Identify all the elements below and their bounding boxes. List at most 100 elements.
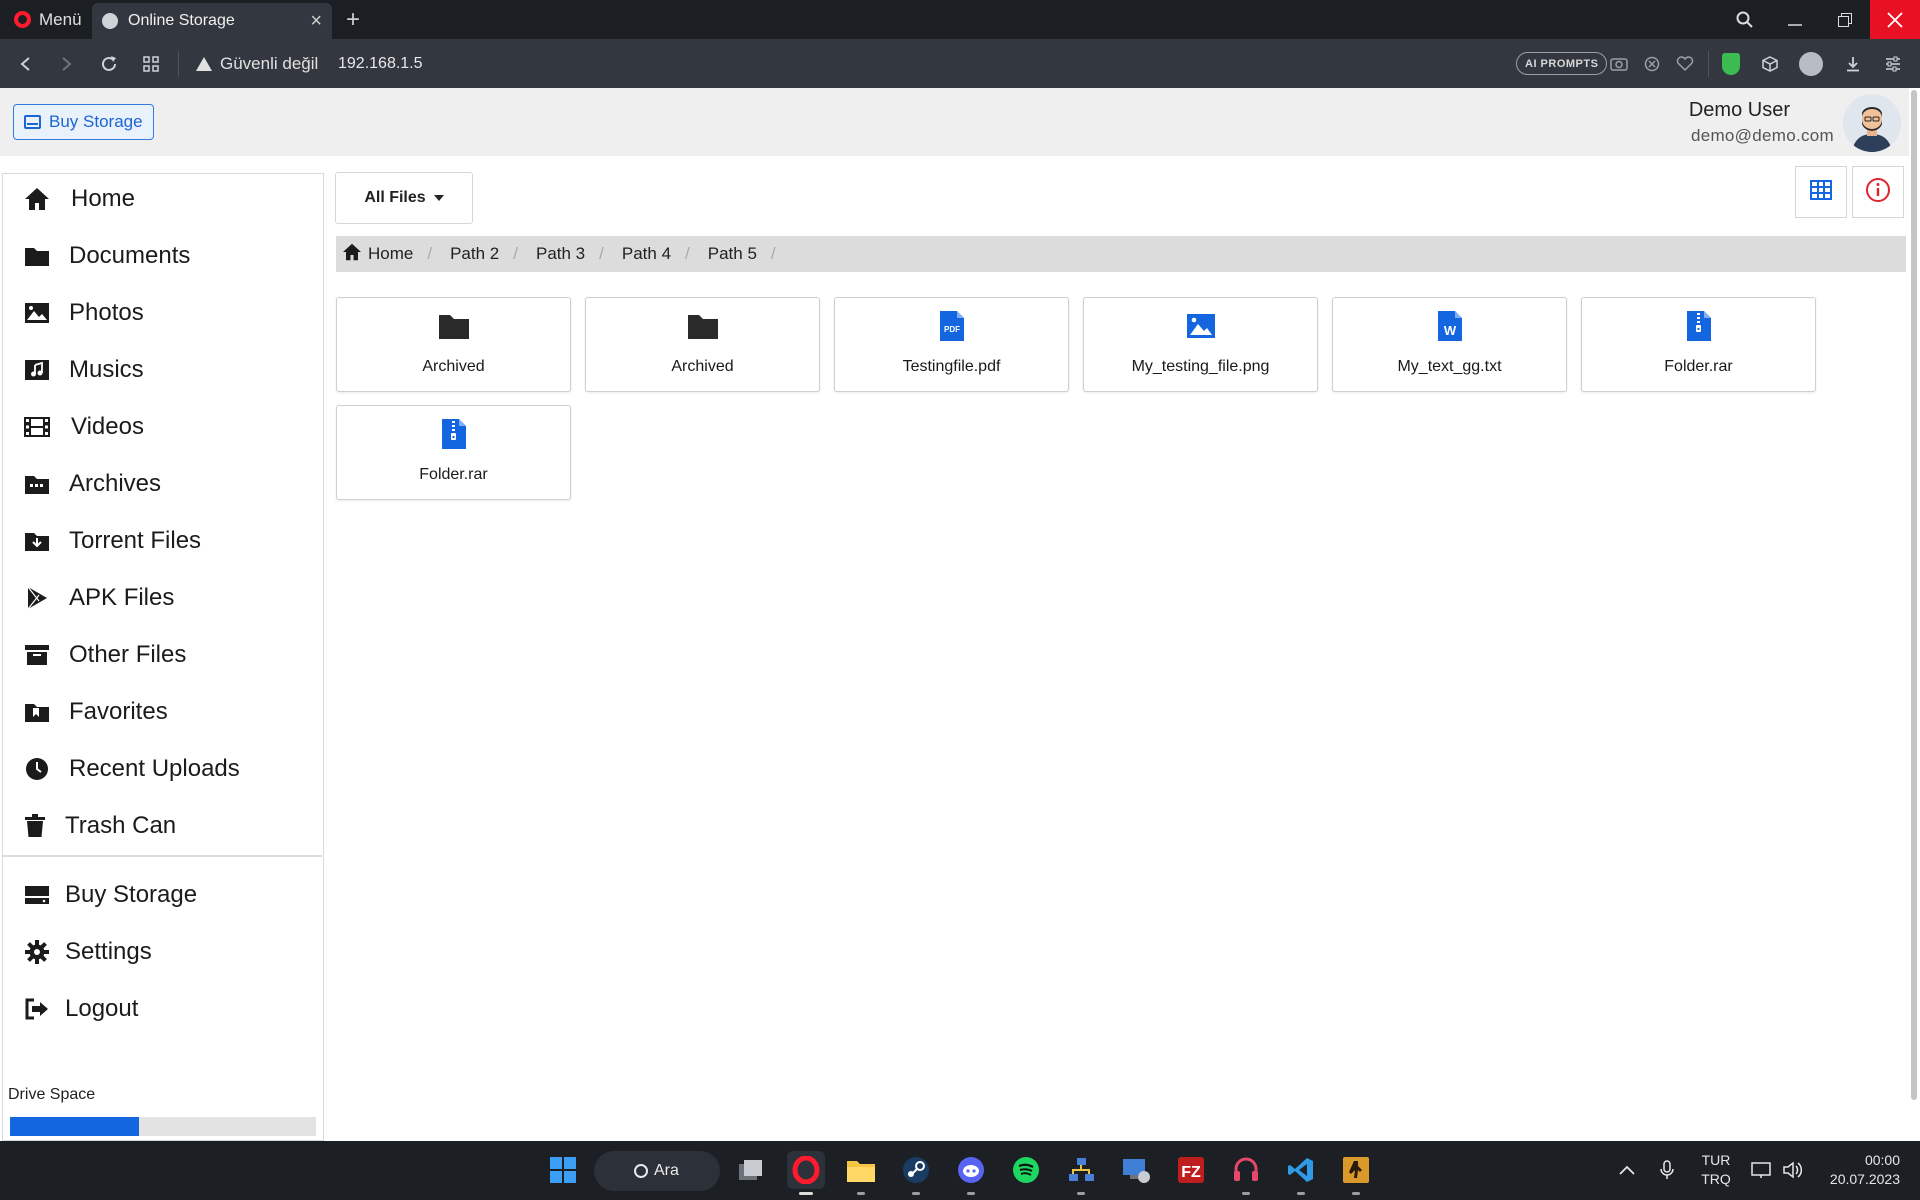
filezilla-icon[interactable]: FZ xyxy=(1172,1151,1210,1189)
hdd-icon xyxy=(24,115,41,129)
zip-file-icon xyxy=(1683,310,1715,342)
clock[interactable]: 00:00 20.07.2023 xyxy=(1818,1151,1914,1189)
game-icon[interactable] xyxy=(1337,1151,1375,1195)
all-files-dropdown[interactable]: All Files xyxy=(335,172,473,224)
breadcrumb-label: Path 2 xyxy=(450,244,500,263)
avatar[interactable] xyxy=(1843,94,1901,152)
task-view-icon[interactable] xyxy=(732,1151,770,1189)
file-tile-word[interactable]: W My_text_gg.txt xyxy=(1332,297,1567,392)
sidebar-item-trash-can[interactable]: Trash Can xyxy=(3,801,321,851)
word-file-icon: W xyxy=(1434,310,1466,342)
breadcrumb-separator: / xyxy=(770,244,776,263)
restore-button[interactable] xyxy=(1820,0,1870,39)
sidebar-item-photos[interactable]: Photos xyxy=(3,288,321,338)
sidebar-item-recent-uploads[interactable]: Recent Uploads xyxy=(3,744,321,794)
gear-icon xyxy=(23,938,51,966)
trash-icon xyxy=(21,812,49,840)
browser-menu-button[interactable]: Menü xyxy=(6,0,90,39)
running-indicator xyxy=(1242,1192,1250,1195)
breadcrumb-item[interactable]: Path 5 xyxy=(702,244,763,264)
start-icon[interactable] xyxy=(544,1151,582,1189)
breadcrumb-label: Path 3 xyxy=(535,244,586,263)
vscode-icon[interactable] xyxy=(1282,1151,1320,1195)
heart-icon[interactable] xyxy=(1670,39,1700,88)
sidebar-item-archives[interactable]: Archives xyxy=(3,459,321,509)
sidebar-item-home[interactable]: Home xyxy=(3,174,321,224)
browser-tab[interactable]: Online Storage × xyxy=(92,3,332,39)
volume-icon[interactable] xyxy=(1779,1151,1805,1189)
taskbar: Ara FZ TUR TRQ 00:00 20.07.2023 xyxy=(0,1141,1920,1200)
browser-tab-bar: Menü Online Storage × + xyxy=(0,0,1920,39)
steam-icon[interactable] xyxy=(897,1151,935,1195)
info-button[interactable] xyxy=(1852,166,1904,218)
close-window-button[interactable] xyxy=(1870,0,1920,39)
show-hidden-icons-chevron[interactable] xyxy=(1614,1151,1640,1189)
file-tile-zip[interactable]: Folder.rar xyxy=(336,405,571,500)
sidebar-item-other-files[interactable]: Other Files xyxy=(3,630,321,680)
sidebar-item-buy-storage[interactable]: Buy Storage xyxy=(3,870,321,920)
spotify-icon[interactable] xyxy=(1007,1151,1045,1189)
search-tabs-icon[interactable] xyxy=(1720,0,1770,39)
svg-text:W: W xyxy=(1443,323,1456,338)
web-page: Buy Storage Demo User demo@demo.com Home xyxy=(0,88,1920,1141)
sidebar-item-logout[interactable]: Logout xyxy=(3,984,321,1034)
sidebar-item-settings[interactable]: Settings xyxy=(3,927,321,977)
opera-taskbar-icon[interactable] xyxy=(787,1151,825,1195)
home-icon xyxy=(342,243,362,266)
discord-icon[interactable] xyxy=(952,1151,990,1195)
breadcrumb-item[interactable]: Path 2 xyxy=(444,244,505,264)
file-tile-image[interactable]: My_testing_file.png xyxy=(1083,297,1318,392)
file-explorer-icon[interactable] xyxy=(842,1151,880,1195)
pdf-file-icon: PDF xyxy=(936,310,968,342)
tab-close-icon[interactable]: × xyxy=(310,10,322,33)
vpn-shield-icon[interactable] xyxy=(1722,53,1740,75)
minimize-button[interactable] xyxy=(1770,0,1820,39)
sidebar-item-label: Documents xyxy=(69,242,191,269)
page-scrollbar[interactable] xyxy=(1909,88,1920,1141)
security-indicator[interactable]: Güvenli değil xyxy=(196,39,318,88)
network-icon[interactable] xyxy=(1748,1151,1774,1189)
url-field[interactable]: 192.168.1.5 xyxy=(338,39,423,88)
download-icon[interactable] xyxy=(1838,39,1868,88)
microphone-icon[interactable] xyxy=(1654,1151,1680,1189)
cube-icon[interactable] xyxy=(1755,39,1785,88)
grid-view-button[interactable] xyxy=(1795,166,1847,218)
running-indicator xyxy=(967,1192,975,1195)
remote-desktop-icon[interactable] xyxy=(1117,1151,1155,1189)
back-icon[interactable] xyxy=(11,39,41,88)
sidebar-item-musics[interactable]: Musics xyxy=(3,345,321,395)
file-tile-folder[interactable]: Archived xyxy=(585,297,820,392)
breadcrumb-home[interactable]: Home xyxy=(336,243,419,266)
speed-dial-icon[interactable] xyxy=(136,39,166,88)
new-tab-button[interactable]: + xyxy=(346,6,360,34)
file-name: My_text_gg.txt xyxy=(1397,358,1502,375)
profile-icon[interactable] xyxy=(1799,52,1823,76)
sidebar-item-videos[interactable]: Videos xyxy=(3,402,321,452)
file-tile-pdf[interactable]: PDF Testingfile.pdf xyxy=(834,297,1069,392)
scrollbar-thumb[interactable] xyxy=(1911,90,1917,1100)
ai-prompts-button[interactable]: AI PROMPTS xyxy=(1516,52,1608,75)
drive-space-bar xyxy=(10,1117,316,1136)
file-tile-zip[interactable]: Folder.rar xyxy=(1581,297,1816,392)
buy-storage-top-label: Buy Storage xyxy=(49,112,143,131)
file-tile-folder[interactable]: Archived xyxy=(336,297,571,392)
headset-icon[interactable] xyxy=(1227,1151,1265,1195)
language-indicator[interactable]: TUR TRQ xyxy=(1694,1151,1738,1189)
easy-setup-icon[interactable] xyxy=(1878,39,1908,88)
network-app-icon[interactable] xyxy=(1062,1151,1100,1195)
sidebar-item-torrent-files[interactable]: Torrent Files xyxy=(3,516,321,566)
taskbar-search[interactable]: Ara xyxy=(594,1151,720,1191)
camera-icon[interactable] xyxy=(1604,39,1634,88)
sidebar-item-apk-files[interactable]: APK Files xyxy=(3,573,321,623)
breadcrumb-item[interactable]: Path 3 xyxy=(530,244,591,264)
buy-storage-top-button[interactable]: Buy Storage xyxy=(13,104,154,140)
file-name: My_testing_file.png xyxy=(1131,358,1270,375)
sidebar-item-label: Favorites xyxy=(69,698,168,725)
breadcrumb-item[interactable]: Path 4 xyxy=(616,244,677,264)
sidebar-item-favorites[interactable]: Favorites xyxy=(3,687,321,737)
svg-text:PDF: PDF xyxy=(944,325,960,334)
forward-icon[interactable] xyxy=(51,39,81,88)
sidebar-item-documents[interactable]: Documents xyxy=(3,231,321,281)
reload-icon[interactable] xyxy=(94,39,124,88)
adblock-icon[interactable] xyxy=(1637,39,1667,88)
